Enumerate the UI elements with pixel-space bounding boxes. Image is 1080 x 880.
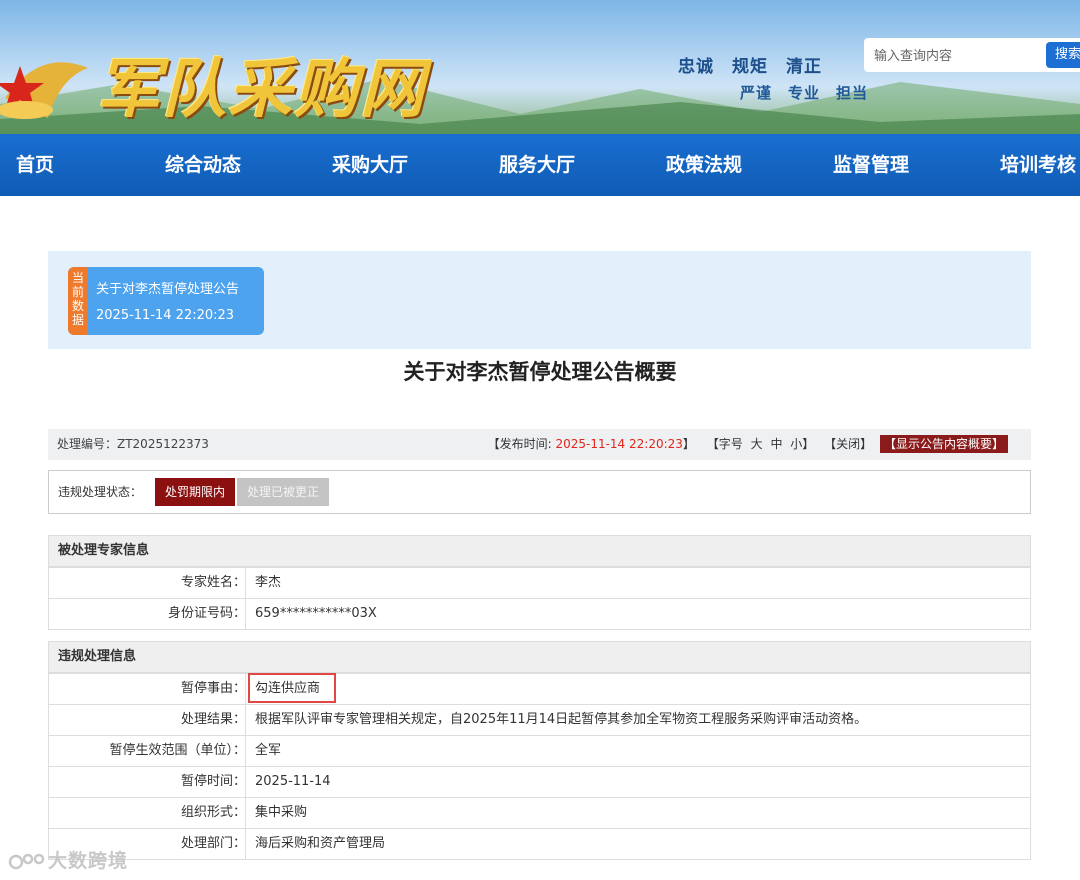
close-link[interactable]: 【关闭】 <box>824 437 872 451</box>
cell-divider <box>245 829 246 859</box>
font-large-link[interactable]: 大 <box>751 437 763 451</box>
expert-info-table: 被处理专家信息 专家姓名： 李杰 身份证号码： 659***********03… <box>48 535 1031 630</box>
organization-form: 集中采购 <box>255 805 308 820</box>
cell-divider <box>245 705 246 735</box>
meta-actions: 【发布时间: 2025-11-14 22:20:23】 【字号 大 中 小】 【… <box>488 429 1008 460</box>
publish-prefix: 【发布时间: <box>487 437 556 451</box>
page-title: 关于对李杰暂停处理公告概要 <box>403 360 677 384</box>
font-size-suffix: 】 <box>802 437 815 451</box>
expert-info-title: 被处理专家信息 <box>49 536 1030 567</box>
table-row: 专家姓名： 李杰 <box>49 567 1030 598</box>
table-row: 暂停生效范围（单位）： 全军 <box>49 735 1030 766</box>
current-data-card[interactable]: 当前数据 关于对李杰暂停处理公告 2025-11-14 22:20:23 <box>68 267 264 335</box>
watermark-text: 大数跨境 <box>48 850 129 872</box>
current-data-panel: 当前数据 关于对李杰暂停处理公告 2025-11-14 22:20:23 <box>48 251 1031 349</box>
search-input[interactable] <box>864 38 1054 72</box>
status-active-badge[interactable]: 处罚期限内 <box>155 478 236 506</box>
nav-item-policy[interactable]: 政策法规 <box>666 134 742 196</box>
handling-result: 根据军队评审专家管理相关规定，自2025年11月14日起暂停其参加全军物资工程服… <box>255 712 868 727</box>
row-key: 暂停时间： <box>180 774 246 789</box>
suspension-date: 2025-11-14 <box>255 774 331 789</box>
font-small-link[interactable]: 小 <box>790 437 802 451</box>
header-banner: 军队采购网 忠诚 规矩 清正 严谨 专业 担当 搜索 <box>0 0 1080 134</box>
status-box: 违规处理状态： 处罚期限内 处理已被更正 <box>48 470 1031 514</box>
nav-item-news[interactable]: 综合动态 <box>165 134 241 196</box>
search-button[interactable]: 搜索 <box>1046 42 1080 68</box>
cell-divider <box>245 798 246 828</box>
current-data-time: 2025-11-14 22:20:23 <box>96 308 235 323</box>
cell-divider <box>245 767 246 797</box>
expert-id-number: 659***********03X <box>255 606 377 621</box>
cell-divider <box>245 568 246 598</box>
cell-divider <box>245 736 246 766</box>
site-logo-title[interactable]: 军队采购网 <box>96 38 426 130</box>
expert-name: 李杰 <box>255 575 282 590</box>
table-row: 暂停时间： 2025-11-14 <box>49 766 1030 797</box>
nav-item-training[interactable]: 培训考核 <box>1000 134 1076 196</box>
row-key: 组织形式： <box>180 805 246 820</box>
nav-item-service-hall[interactable]: 服务大厅 <box>499 134 575 196</box>
font-size-label: 【字号 <box>706 437 743 451</box>
cell-divider <box>245 674 246 704</box>
violation-info-table: 违规处理信息 暂停事由： 勾连供应商 处理结果： 根据军队评审专家管理相关规定，… <box>48 641 1031 860</box>
violation-info-title: 违规处理信息 <box>49 642 1030 673</box>
nav-item-home[interactable]: 首页 <box>16 134 54 196</box>
publish-time: 2025-11-14 22:20:23 <box>555 437 683 451</box>
row-key: 专家姓名： <box>180 575 246 590</box>
emblem-icon <box>0 62 88 119</box>
row-key: 暂停事由： <box>180 681 246 696</box>
motto-line-1: 忠诚 规矩 清正 <box>678 57 822 77</box>
process-id: 处理编号：ZT2025122373 <box>57 437 209 451</box>
cell-divider <box>245 599 246 629</box>
row-key: 身份证号码： <box>167 606 246 621</box>
nav-item-supervision[interactable]: 监督管理 <box>833 134 909 196</box>
table-row: 组织形式： 集中采购 <box>49 797 1030 828</box>
suspension-scope: 全军 <box>255 743 282 758</box>
main-nav: 首页 综合动态 采购大厅 服务大厅 政策法规 监督管理 培训考核 <box>0 134 1080 196</box>
status-label: 违规处理状态： <box>58 485 143 499</box>
show-summary-button[interactable]: 【显示公告内容概要】 <box>879 435 1008 453</box>
watermark: 大数跨境 <box>8 846 128 874</box>
highlight-box <box>248 673 336 703</box>
font-medium-link[interactable]: 中 <box>770 437 782 451</box>
table-row: 身份证号码： 659***********03X <box>49 598 1030 629</box>
status-inactive-badge[interactable]: 处理已被更正 <box>237 478 330 506</box>
table-row: 处理结果： 根据军队评审专家管理相关规定，自2025年11月14日起暂停其参加全… <box>49 704 1030 735</box>
watermark-logo-icon <box>8 853 45 869</box>
nav-item-procurement-hall[interactable]: 采购大厅 <box>332 134 408 196</box>
row-key: 暂停生效范围（单位）： <box>109 743 246 758</box>
table-row: 处理部门： 海后采购和资产管理局 <box>49 828 1030 859</box>
publish-suffix: 】 <box>682 437 695 451</box>
table-row: 暂停事由： 勾连供应商 <box>49 673 1030 704</box>
search-box: 搜索 <box>864 38 1080 72</box>
meta-bar: 处理编号：ZT2025122373 【发布时间: 2025-11-14 22:2… <box>48 429 1031 460</box>
handling-department: 海后采购和资产管理局 <box>255 836 386 851</box>
current-data-title: 关于对李杰暂停处理公告 <box>96 282 240 297</box>
row-key: 处理结果： <box>180 712 246 727</box>
motto-line-2: 严谨 专业 担当 <box>740 84 869 102</box>
current-data-tag: 当前数据 <box>68 267 88 335</box>
